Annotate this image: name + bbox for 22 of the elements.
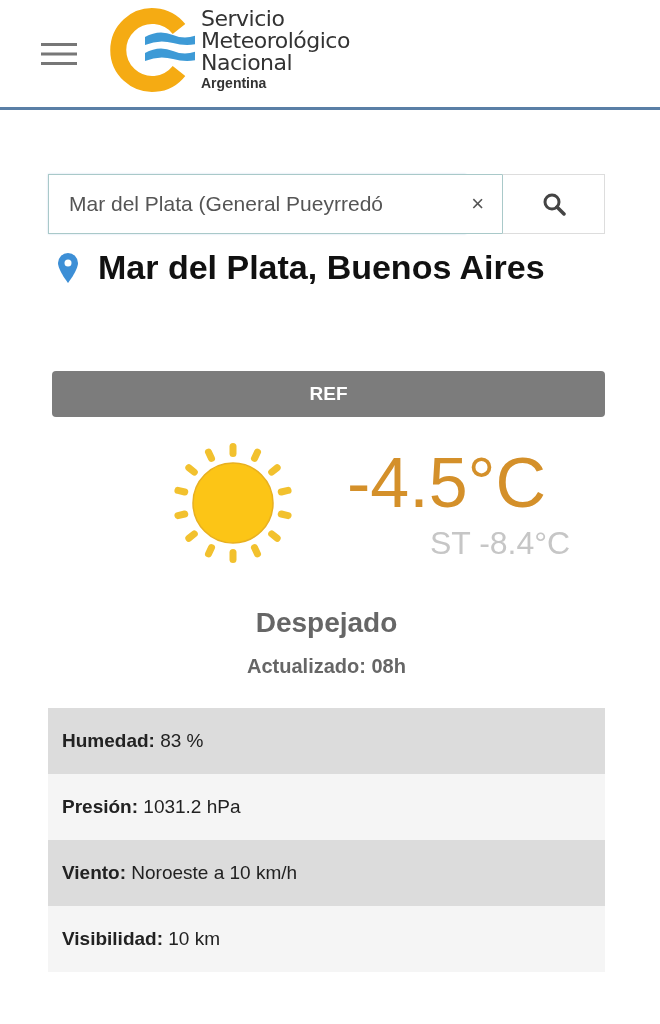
- logo-text: Nacional: [201, 52, 293, 74]
- detail-text: Humedad: 83 %: [62, 730, 204, 752]
- temperature: -4.5°C: [347, 443, 547, 524]
- menu-icon[interactable]: [41, 42, 77, 65]
- sun-icon: [171, 441, 295, 565]
- logo-text: Meteorológico: [201, 30, 350, 52]
- feels-like-temperature: ST -8.4°C: [429, 525, 571, 562]
- detail-text: Visibilidad: 10 km: [62, 928, 221, 950]
- condition-text: Despejado: [254, 607, 399, 639]
- updated-time: Actualizado: 08h: [246, 655, 407, 678]
- detail-text: Viento: Noroeste a 10 km/h: [62, 862, 298, 884]
- clear-button[interactable]: ×: [465, 174, 502, 234]
- logo-text: Servicio: [201, 8, 285, 30]
- search-icon: [541, 192, 566, 216]
- location-title: Mar del Plata, Buenos Aires: [98, 248, 545, 287]
- detail-text: Presión: 1031.2 hPa: [62, 796, 241, 818]
- search-field[interactable]: Mar del Plata (General Pueyrredó: [48, 174, 467, 234]
- location-pin-icon: [58, 252, 78, 283]
- logo-country: Argentina: [201, 75, 268, 91]
- search-button[interactable]: [502, 174, 605, 234]
- logo-icon: [109, 6, 195, 93]
- station-bar: REF: [52, 371, 605, 417]
